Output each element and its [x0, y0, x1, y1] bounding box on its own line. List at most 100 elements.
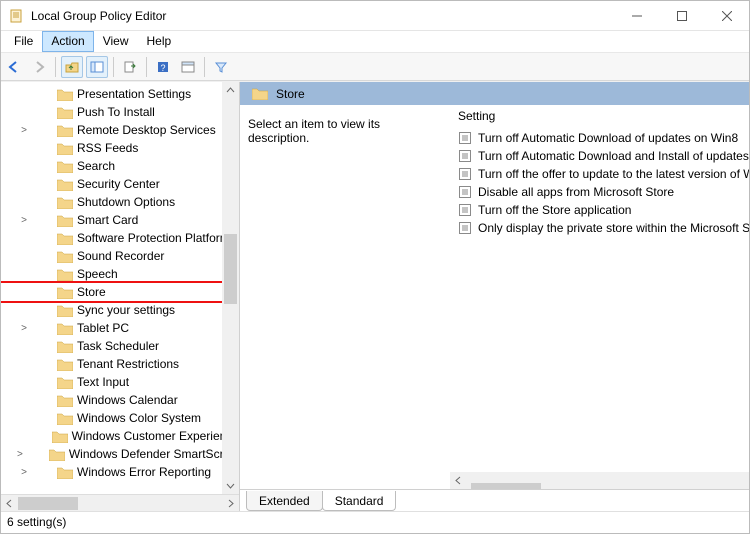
menu-help[interactable]: Help: [138, 31, 181, 52]
expand-icon[interactable]: >: [17, 125, 31, 136]
description-text: Select an item to view its description.: [248, 117, 380, 145]
tree-item[interactable]: >Text Input: [1, 373, 239, 391]
tree-hscroll[interactable]: [1, 494, 239, 511]
scroll-down-icon[interactable]: [222, 477, 239, 494]
tree-item-label: Windows Calendar: [77, 393, 178, 407]
tree-item[interactable]: >Windows Customer Experience: [1, 427, 239, 445]
hscroll-thumb[interactable]: [18, 497, 78, 510]
settings-hscroll[interactable]: [450, 472, 749, 489]
show-tree-button[interactable]: [86, 56, 108, 78]
tree-item-label: Security Center: [77, 177, 160, 191]
setting-label: Turn off Automatic Download of updates o…: [478, 131, 738, 145]
tree-item-label: Shutdown Options: [77, 195, 175, 209]
tree[interactable]: >Presentation Settings>Push To Install>R…: [1, 82, 239, 484]
settings-list[interactable]: Turn off Automatic Download of updates o…: [450, 127, 749, 472]
toolbar: ?: [1, 53, 749, 81]
maximize-button[interactable]: [659, 1, 704, 30]
tree-item-label: Software Protection Platform: [77, 231, 230, 245]
setting-row[interactable]: Turn off the Store application: [450, 201, 749, 219]
tree-item[interactable]: >Windows Color System: [1, 409, 239, 427]
tree-item[interactable]: > Windows Defender SmartScreen: [1, 445, 239, 463]
right-header: Store: [240, 82, 749, 105]
scroll-right-icon[interactable]: [222, 495, 239, 512]
properties-button[interactable]: [177, 56, 199, 78]
scroll-thumb[interactable]: [224, 234, 237, 304]
window-title: Local Group Policy Editor: [31, 9, 166, 23]
menu-action[interactable]: Action: [42, 31, 93, 52]
tree-item-label: Remote Desktop Services: [77, 123, 216, 137]
expand-icon[interactable]: >: [17, 467, 31, 478]
right-header-title: Store: [276, 87, 305, 101]
tree-item[interactable]: >Windows Calendar: [1, 391, 239, 409]
forward-button[interactable]: [28, 56, 50, 78]
tree-item[interactable]: >Presentation Settings: [1, 85, 239, 103]
status-bar: 6 setting(s): [1, 511, 749, 533]
tree-item[interactable]: >Sync your settings: [1, 301, 239, 319]
app-icon: [9, 8, 25, 24]
menu-view[interactable]: View: [94, 31, 138, 52]
hscroll-thumb[interactable]: [471, 483, 541, 490]
setting-label: Turn off the Store application: [478, 203, 631, 217]
tree-item-label: Windows Color System: [77, 411, 201, 425]
tree-item[interactable]: >Sound Recorder: [1, 247, 239, 265]
tree-item[interactable]: >Software Protection Platform: [1, 229, 239, 247]
tab-standard[interactable]: Standard: [322, 491, 397, 511]
setting-row[interactable]: Turn off the offer to update to the late…: [450, 165, 749, 183]
right-pane: Store Select an item to view its descrip…: [240, 82, 749, 511]
tree-item[interactable]: >RSS Feeds: [1, 139, 239, 157]
tree-item[interactable]: >Push To Install: [1, 103, 239, 121]
tree-item[interactable]: >Speech: [1, 265, 239, 283]
tree-item[interactable]: >Tenant Restrictions: [1, 355, 239, 373]
folder-icon: [252, 87, 268, 100]
svg-text:?: ?: [160, 63, 165, 73]
up-button[interactable]: [61, 56, 83, 78]
column-setting[interactable]: Setting: [450, 105, 749, 127]
status-text: 6 setting(s): [7, 515, 66, 529]
tree-item-label: Windows Customer Experience: [72, 429, 239, 443]
expand-icon[interactable]: >: [17, 215, 31, 226]
tree-item[interactable]: > Windows Error Reporting: [1, 463, 239, 481]
close-button[interactable]: [704, 1, 749, 30]
tree-item-label: Smart Card: [77, 213, 138, 227]
tree-item[interactable]: >Store: [1, 283, 239, 301]
tree-item[interactable]: >Task Scheduler: [1, 337, 239, 355]
scroll-up-icon[interactable]: [222, 82, 239, 99]
expand-icon[interactable]: >: [17, 323, 31, 334]
tabs: Extended Standard: [240, 489, 749, 511]
body: >Presentation Settings>Push To Install>R…: [1, 81, 749, 511]
setting-row[interactable]: Turn off Automatic Download of updates o…: [450, 129, 749, 147]
export-button[interactable]: [119, 56, 141, 78]
setting-label: Only display the private store within th…: [478, 221, 749, 235]
back-button[interactable]: [3, 56, 25, 78]
tree-item[interactable]: > Smart Card: [1, 211, 239, 229]
tree-vscroll[interactable]: [222, 82, 239, 494]
tab-extended[interactable]: Extended: [246, 491, 323, 511]
tree-item-label: Windows Defender SmartScreen: [69, 447, 239, 461]
tree-item[interactable]: >Shutdown Options: [1, 193, 239, 211]
tree-item[interactable]: > Tablet PC: [1, 319, 239, 337]
tree-item[interactable]: >Search: [1, 157, 239, 175]
scroll-left-icon[interactable]: [450, 472, 467, 489]
tree-item[interactable]: > Remote Desktop Services: [1, 121, 239, 139]
menubar: File Action View Help: [1, 31, 749, 53]
help-button[interactable]: ?: [152, 56, 174, 78]
setting-row[interactable]: Disable all apps from Microsoft Store: [450, 183, 749, 201]
tree-item-label: Sound Recorder: [77, 249, 164, 263]
menu-file[interactable]: File: [5, 31, 42, 52]
tree-item-label: RSS Feeds: [77, 141, 138, 155]
titlebar: Local Group Policy Editor: [1, 1, 749, 31]
tree-pane: >Presentation Settings>Push To Install>R…: [1, 82, 240, 511]
scroll-left-icon[interactable]: [1, 495, 18, 512]
setting-row[interactable]: Only display the private store within th…: [450, 219, 749, 237]
tree-item-label: Tablet PC: [77, 321, 129, 335]
setting-row[interactable]: Turn off Automatic Download and Install …: [450, 147, 749, 165]
expand-icon[interactable]: >: [17, 449, 23, 460]
tree-item-label: Task Scheduler: [77, 339, 159, 353]
tree-item[interactable]: >Security Center: [1, 175, 239, 193]
tree-item-label: Windows Error Reporting: [77, 465, 211, 479]
tree-item-label: Sync your settings: [77, 303, 175, 317]
minimize-button[interactable]: [614, 1, 659, 30]
tree-item-label: Push To Install: [77, 105, 155, 119]
filter-button[interactable]: [210, 56, 232, 78]
tree-item-label: Tenant Restrictions: [77, 357, 179, 371]
